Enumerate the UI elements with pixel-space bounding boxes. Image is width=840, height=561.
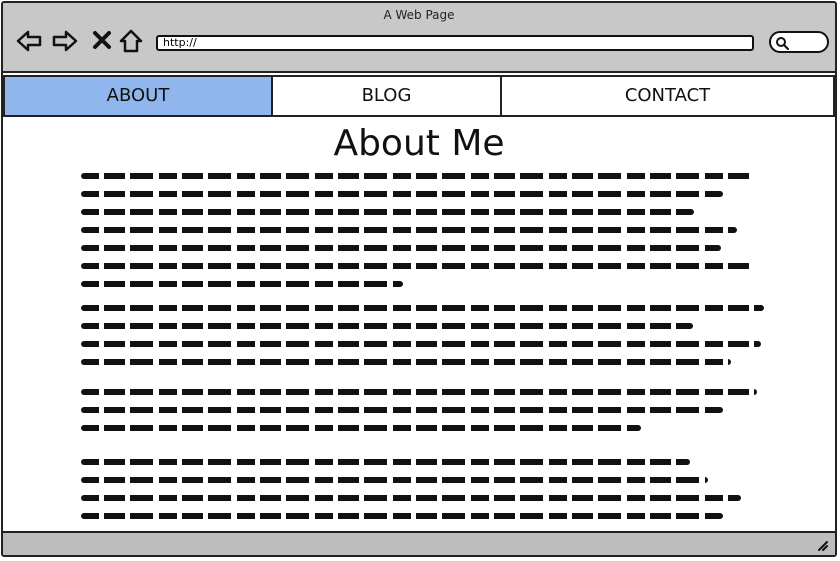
paragraph-scribble-line — [81, 341, 761, 347]
tab-contact[interactable]: CONTACT — [500, 75, 835, 117]
address-bar[interactable]: http:// — [156, 35, 754, 51]
paragraph-scribble-line — [81, 227, 737, 233]
paragraph-scribble-line — [81, 459, 690, 465]
tab-about[interactable]: ABOUT — [3, 75, 273, 117]
paragraph-scribble-line — [81, 209, 694, 215]
text-paragraph — [81, 389, 766, 443]
tab-blog[interactable]: BLOG — [271, 75, 502, 117]
paragraph-scribble-line — [81, 305, 764, 311]
paragraph-scribble-line — [81, 389, 757, 395]
search-icon — [775, 35, 789, 50]
stop-icon[interactable] — [89, 27, 117, 55]
resize-grip-icon[interactable] — [815, 537, 829, 551]
paragraph-scribble-line — [81, 245, 721, 251]
paragraph-scribble-line — [81, 263, 751, 269]
browser-toolbar: http:// — [3, 21, 835, 69]
page-title: About Me — [333, 123, 505, 164]
back-icon[interactable] — [15, 27, 43, 55]
browser-window: A Web Page http:// ABOUT BLOG CONTACT Ab… — [1, 1, 837, 557]
navigation-tabs: ABOUT BLOG CONTACT — [3, 75, 835, 117]
page-content: ABOUT BLOG CONTACT About Me — [3, 71, 835, 533]
paragraph-scribble-line — [81, 425, 641, 431]
text-paragraph — [81, 305, 766, 377]
paragraph-scribble-line — [81, 191, 723, 197]
forward-icon[interactable] — [51, 27, 79, 55]
paragraph-scribble-line — [81, 477, 708, 483]
paragraph-scribble-line — [81, 407, 723, 413]
paragraph-scribble-line — [81, 495, 741, 501]
text-paragraph — [81, 459, 766, 531]
paragraph-scribble-line — [81, 281, 403, 287]
home-icon[interactable] — [117, 27, 145, 55]
status-bar — [3, 533, 835, 555]
text-paragraph — [81, 173, 766, 299]
paragraph-scribble-line — [81, 323, 693, 329]
paragraph-scribble-line — [81, 513, 723, 519]
search-box[interactable] — [769, 31, 829, 53]
paragraph-scribble-line — [81, 359, 731, 365]
paragraph-scribble-line — [81, 173, 752, 179]
